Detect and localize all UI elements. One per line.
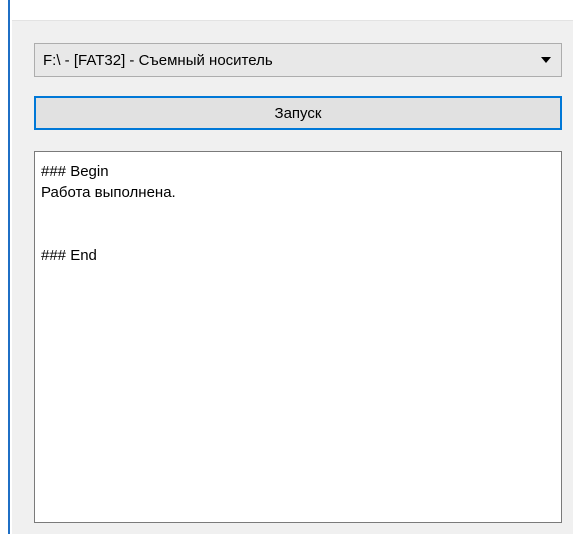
log-line: ### End: [41, 247, 97, 264]
log-line: Работа выполнена.: [41, 184, 176, 201]
window-left-border: [8, 0, 10, 534]
app-window: F:\ - [FAT32] - Съемный носитель Запуск …: [0, 0, 573, 534]
chevron-down-icon[interactable]: [541, 57, 551, 63]
drive-select-value: F:\ - [FAT32] - Съемный носитель: [43, 51, 273, 69]
run-button[interactable]: Запуск: [34, 96, 562, 130]
log-output[interactable]: ### Begin Работа выполнена. ### End: [34, 151, 562, 523]
log-line: ### Begin: [41, 163, 109, 180]
drive-select[interactable]: F:\ - [FAT32] - Съемный носитель: [34, 43, 562, 77]
main-panel: F:\ - [FAT32] - Съемный носитель Запуск …: [12, 20, 573, 534]
